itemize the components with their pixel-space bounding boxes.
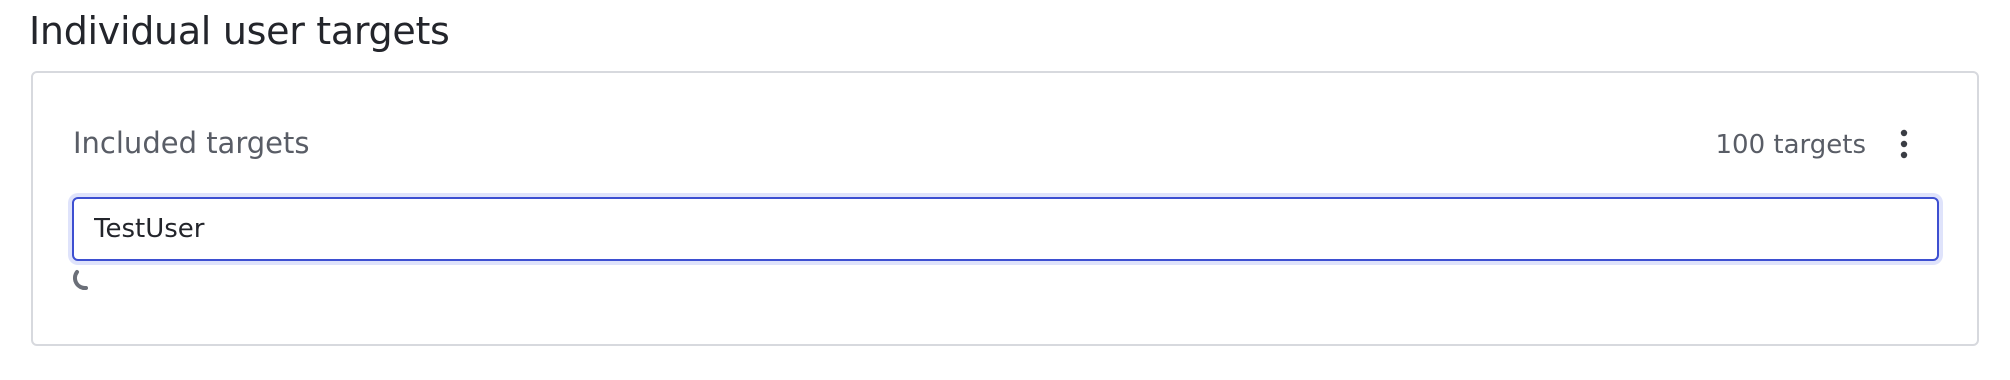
target-count: 100 targets [1715, 130, 1867, 160]
more-vertical-icon [1900, 129, 1908, 159]
loading-spinner-icon [73, 270, 88, 291]
target-search-input[interactable] [72, 197, 1939, 261]
included-targets-card: Included targets 100 targets [31, 71, 1979, 346]
more-options-button[interactable] [1884, 124, 1924, 164]
section-label: Included targets [73, 126, 310, 160]
page-title: Individual user targets [29, 9, 450, 53]
